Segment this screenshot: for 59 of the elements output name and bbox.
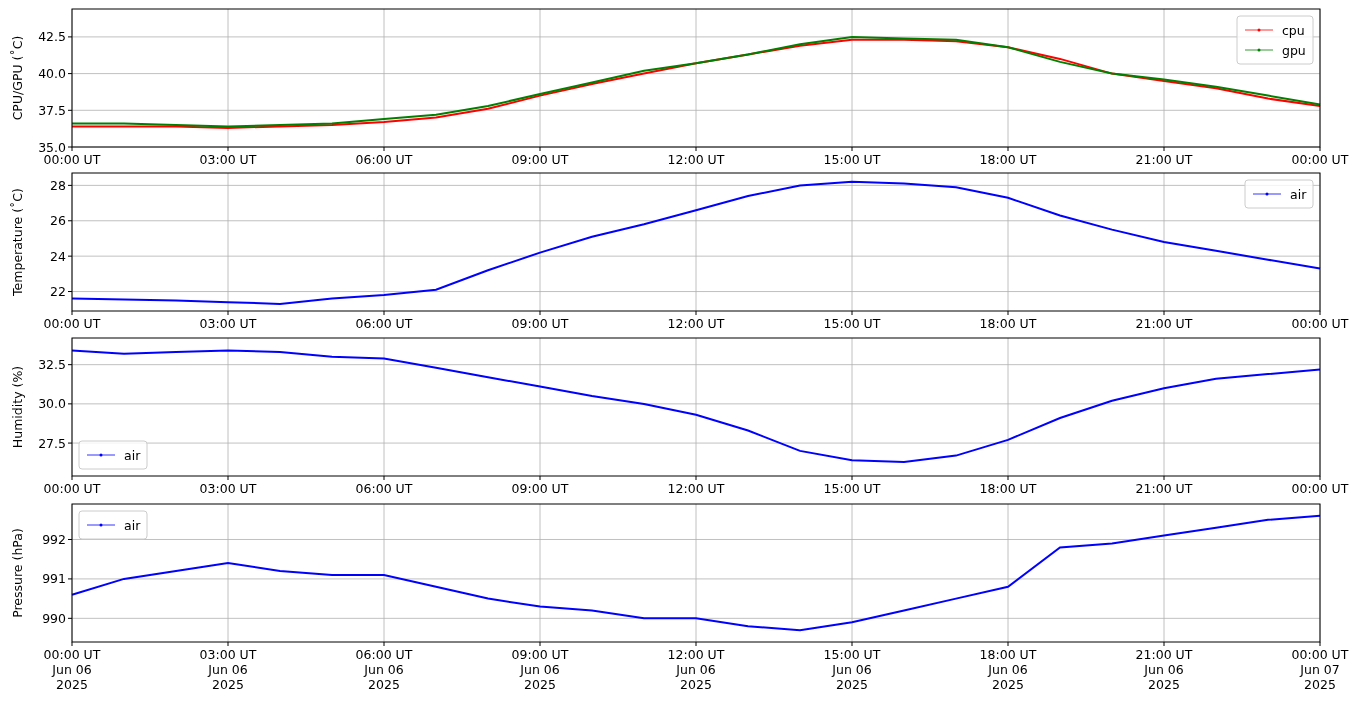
y-tick-label: 991	[42, 571, 66, 587]
y-axis-label: Pressure (hPa)	[10, 528, 25, 618]
x-tick-label: 06:00 UT Jun 06 2025	[355, 647, 413, 692]
y-tick-label: 24	[50, 248, 66, 264]
x-tick-label: 03:00 UT	[199, 316, 257, 329]
y-axis-label: Humidity (%)	[10, 365, 25, 449]
y-tick-label: 37.5	[38, 102, 66, 118]
y-axis-label: CPU/GPU (˚C)	[10, 35, 25, 121]
legend-label: cpu	[1282, 22, 1305, 38]
x-tick-label: 00:00 UT	[43, 481, 101, 495]
legend-label: air	[124, 517, 141, 533]
x-tick-label: 21:00 UT	[1135, 316, 1193, 329]
x-tick-label: 03:00 UT Jun 06 2025	[199, 647, 257, 692]
x-tick-label: 00:00 UT	[1291, 481, 1349, 495]
y-tick-label: 42.5	[38, 29, 66, 45]
x-tick-label: 18:00 UT Jun 06 2025	[979, 647, 1037, 692]
y-tick-label: 992	[42, 532, 66, 547]
y-axis-label: Temperature (˚C)	[10, 188, 25, 296]
y-tick-label: 40.0	[38, 66, 66, 82]
x-tick-label: 00:00 UT Jun 07 2025	[1291, 647, 1349, 692]
x-tick-label: 15:00 UT	[823, 152, 881, 164]
y-tick-label: 990	[42, 610, 66, 626]
legend-label: air	[124, 447, 141, 463]
x-tick-label: 15:00 UT	[823, 481, 881, 495]
x-tick-label: 09:00 UT	[511, 481, 569, 495]
x-tick-label: 09:00 UT Jun 06 2025	[511, 647, 569, 692]
legend-label: air	[1290, 186, 1307, 202]
x-tick-label: 18:00 UT	[979, 316, 1037, 329]
x-tick-label: 12:00 UT Jun 06 2025	[667, 647, 725, 692]
x-tick-label: 06:00 UT	[355, 481, 413, 495]
x-tick-label: 12:00 UT	[667, 316, 725, 329]
y-tick-label: 28	[50, 177, 66, 193]
x-tick-label: 15:00 UT Jun 06 2025	[823, 647, 881, 692]
x-tick-label: 00:00 UT	[1291, 316, 1349, 329]
x-tick-label: 15:00 UT	[823, 316, 881, 329]
y-tick-label: 35.0	[38, 139, 66, 155]
x-tick-label: 03:00 UT	[199, 481, 257, 495]
x-tick-label: 21:00 UT	[1135, 152, 1193, 164]
x-tick-label: 21:00 UT Jun 06 2025	[1135, 647, 1193, 692]
y-tick-label: 32.5	[38, 357, 66, 373]
x-tick-label: 21:00 UT	[1135, 481, 1193, 495]
x-tick-label: 06:00 UT	[355, 152, 413, 164]
x-tick-label: 18:00 UT	[979, 152, 1037, 164]
x-tick-label: 18:00 UT	[979, 481, 1037, 495]
x-tick-label: 12:00 UT	[667, 481, 725, 495]
x-tick-label: 12:00 UT	[667, 152, 725, 164]
x-tick-label: 03:00 UT	[199, 152, 257, 164]
y-tick-label: 26	[50, 213, 66, 229]
x-tick-label: 00:00 UT	[43, 152, 101, 164]
y-tick-label: 27.5	[38, 435, 66, 451]
x-tick-label: 00:00 UT	[1291, 152, 1349, 164]
x-tick-label: 09:00 UT	[511, 316, 569, 329]
legend-label: gpu	[1282, 42, 1306, 58]
x-tick-label: 09:00 UT	[511, 152, 569, 164]
y-tick-label: 30.0	[38, 396, 66, 412]
x-tick-label: 00:00 UT Jun 06 2025	[43, 647, 101, 692]
x-tick-label: 00:00 UT	[43, 316, 101, 329]
y-tick-label: 22	[50, 284, 66, 300]
x-tick-label: 06:00 UT	[355, 316, 413, 329]
